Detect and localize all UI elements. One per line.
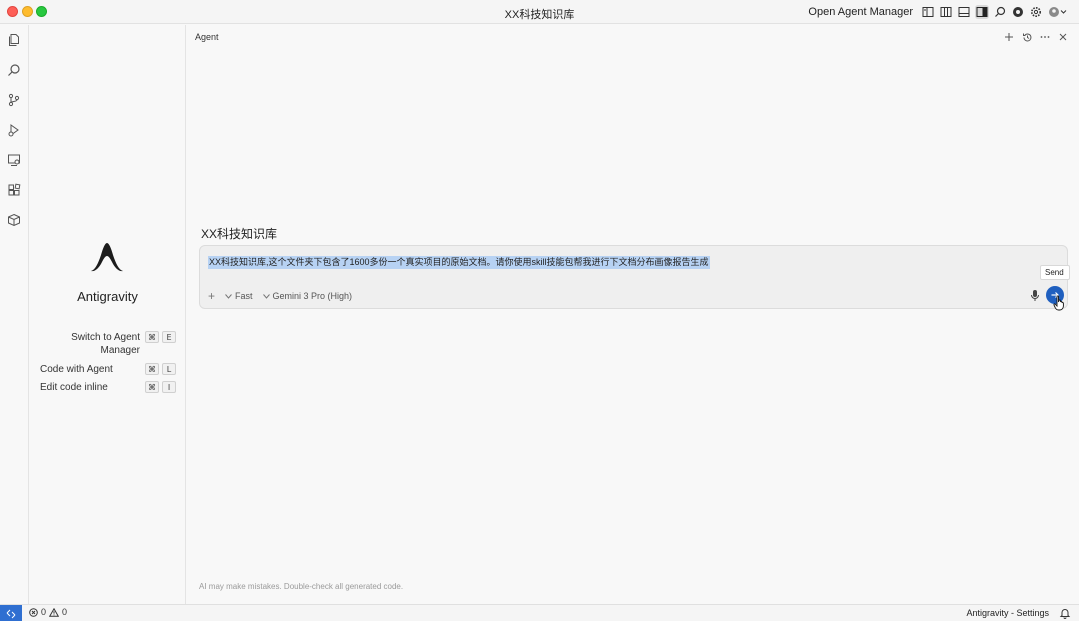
mode-dropdown[interactable]: Fast: [225, 291, 253, 301]
shortcut-keys: ⌘ L: [145, 363, 176, 375]
model-dropdown[interactable]: Gemini 3 Pro (High): [262, 291, 353, 301]
shortcut-keys: ⌘ I: [145, 381, 176, 393]
remote-connection-icon: [6, 609, 16, 618]
composer-toolbar: + Fast Gemini 3 Pro (High): [208, 290, 353, 302]
agent-panel-title: Agent: [195, 32, 219, 42]
title-bar-actions: Open Agent Manager: [808, 4, 1069, 20]
activity-bar: [0, 25, 29, 604]
error-count: 0: [41, 607, 47, 617]
account-avatar-icon[interactable]: [1047, 5, 1069, 19]
shortcut-label: Switch to Agent Manager: [71, 332, 140, 356]
new-chat-plus-icon[interactable]: [1003, 31, 1015, 43]
layout-secondary-sidebar-icon[interactable]: [975, 5, 989, 19]
search-icon[interactable]: [993, 5, 1007, 19]
command-key: ⌘: [145, 331, 159, 343]
antigravity-logo-icon: [91, 243, 123, 272]
shortcut-key: L: [162, 363, 176, 375]
shortcut-switch-agent-manager[interactable]: Switch to Agent Manager ⌘ E: [40, 331, 176, 357]
agent-panel: Agent XX科技知识库 XX科技知识库,这个文件夹下包含了1600多份一个真…: [187, 25, 1079, 604]
brand-name: Antigravity: [77, 289, 138, 304]
status-bar: 0 0 Antigravity - Settings: [0, 604, 1079, 621]
layout-columns-icon[interactable]: [939, 5, 953, 19]
shortcut-edit-code-inline[interactable]: Edit code inline ⌘ I: [40, 381, 176, 394]
shortcut-key: E: [162, 331, 176, 343]
shortcut-keys: ⌘ E: [145, 331, 176, 343]
chevron-down-icon: [225, 292, 232, 301]
close-icon[interactable]: [1057, 31, 1069, 43]
chat-composer[interactable]: XX科技知识库,这个文件夹下包含了1600多份一个真实项目的原始文档。请你使用s…: [199, 245, 1068, 309]
shortcut-key: I: [162, 381, 176, 393]
settings-gear-icon[interactable]: [1029, 5, 1043, 19]
warning-count: 0: [62, 607, 68, 617]
open-agent-manager-link[interactable]: Open Agent Manager: [808, 6, 913, 18]
microphone-icon[interactable]: [1029, 288, 1041, 302]
send-tooltip: Send: [1040, 265, 1070, 280]
command-key: ⌘: [145, 381, 159, 393]
package-cube-icon[interactable]: [6, 212, 22, 228]
problems-indicator[interactable]: 0 0: [29, 607, 67, 617]
ai-disclaimer: AI may make mistakes. Double-check all g…: [199, 582, 404, 591]
remote-explorer-icon[interactable]: [6, 152, 22, 168]
layout-panel-icon[interactable]: [957, 5, 971, 19]
prompt-input[interactable]: XX科技知识库,这个文件夹下包含了1600多份一个真实项目的原始文档。请你使用s…: [208, 256, 710, 269]
browser-icon[interactable]: [1011, 5, 1025, 19]
title-bar: XX科技知识库 Open Agent Manager: [0, 0, 1079, 24]
history-icon[interactable]: [1021, 31, 1033, 43]
more-options-icon[interactable]: [1039, 31, 1051, 43]
extensions-icon[interactable]: [6, 182, 22, 198]
run-debug-icon[interactable]: [6, 122, 22, 138]
warning-icon: [49, 607, 60, 617]
shortcut-label: Edit code inline: [40, 382, 108, 393]
shortcut-code-with-agent[interactable]: Code with Agent ⌘ L: [40, 363, 176, 376]
layout-sidebar-icon[interactable]: [921, 5, 935, 19]
remote-indicator-button[interactable]: [0, 605, 22, 621]
conversation-title: XX科技知识库: [201, 227, 278, 241]
side-panel: Antigravity Switch to Agent Manager ⌘ E …: [29, 25, 186, 604]
notifications-bell-icon[interactable]: [1059, 607, 1071, 619]
source-control-icon[interactable]: [6, 92, 22, 108]
error-icon: [29, 607, 38, 617]
mode-label: Fast: [235, 291, 253, 301]
command-key: ⌘: [145, 363, 159, 375]
search-icon[interactable]: [6, 62, 22, 78]
explorer-icon[interactable]: [6, 32, 22, 48]
agent-panel-actions: [1003, 31, 1069, 43]
chevron-down-icon: [262, 292, 270, 301]
shortcut-label: Code with Agent: [40, 364, 113, 375]
hand-cursor-icon: [1053, 295, 1064, 311]
settings-status-item[interactable]: Antigravity - Settings: [966, 608, 1049, 618]
add-context-plus-icon[interactable]: +: [208, 290, 215, 302]
model-label: Gemini 3 Pro (High): [272, 291, 353, 301]
